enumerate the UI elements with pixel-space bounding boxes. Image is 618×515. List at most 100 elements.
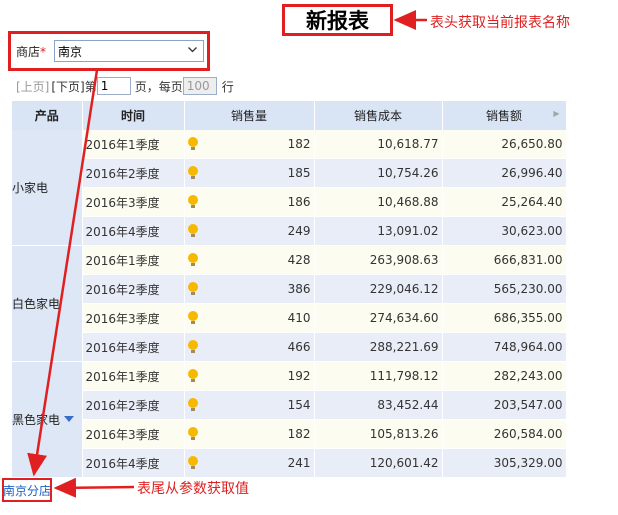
required-mark: * (40, 45, 47, 59)
product-cell[interactable]: 小家电 (12, 130, 83, 246)
store-filter-label: 商店* (16, 43, 46, 60)
amount-cell: 686,355.00 (442, 303, 567, 333)
qty-cell: 185 (184, 158, 315, 188)
footer-arrow (53, 477, 135, 498)
page-number-input[interactable]: 1 (96, 77, 131, 95)
time-cell: 2016年4季度 (82, 216, 185, 246)
product-cell[interactable]: 白色家电 (12, 245, 83, 362)
cost-cell: 274,634.60 (314, 303, 443, 333)
qty-value: 428 (287, 253, 311, 267)
amount-cell: 748,964.00 (442, 332, 567, 362)
table-row: 2016年2季度 386 229,046.12 565,230.00 (12, 274, 567, 304)
qty-value: 182 (287, 137, 311, 151)
rows-per-page-input[interactable]: 100 (182, 77, 217, 95)
next-page-link[interactable]: [下页] (51, 78, 84, 95)
table-row: 小家电 2016年1季度 182 10,618.77 26,650.80 (12, 130, 567, 246)
qty-value: 466 (287, 340, 311, 354)
qty-cell: 241 (184, 448, 315, 478)
amount-cell: 26,996.40 (442, 158, 567, 188)
col-header-amount-label: 销售额 (485, 109, 522, 123)
table-row: 2016年4季度 241 120,601.42 305,329.00 (12, 448, 567, 478)
time-cell: 2016年4季度 (82, 332, 185, 362)
time-cell: 2016年3季度 (82, 187, 185, 217)
time-cell: 2016年1季度 (82, 130, 185, 159)
title-annotation: 表头获取当前报表名称 (430, 15, 570, 31)
qty-cell: 154 (184, 390, 315, 420)
cost-cell: 229,046.12 (314, 274, 443, 304)
time-cell: 2016年2季度 (82, 390, 185, 420)
report-table: 产品 时间 销售量 销售成本 销售额 ▶ 小家电 2016年1季度 182 10,618… (12, 101, 567, 478)
col-header-time: 时间 (82, 101, 185, 130)
product-cell[interactable]: 黑色家电 (12, 361, 83, 478)
table-row: 白色家电 2016年1季度 428 263,908.63 666,831.00 (12, 245, 567, 362)
qty-value: 182 (287, 427, 311, 441)
store-select-value: 南京 (58, 44, 83, 59)
store-filter-label-text: 商店 (16, 45, 41, 59)
qty-value: 249 (287, 224, 311, 238)
col-header-amount[interactable]: 销售额 ▶ (442, 101, 567, 130)
lightbulb-icon (187, 340, 198, 354)
chevron-down-icon (187, 44, 198, 58)
table-header-row: 产品 时间 销售量 销售成本 销售额 ▶ (12, 101, 567, 130)
cost-cell: 111,798.12 (314, 361, 443, 391)
lightbulb-icon (187, 253, 198, 267)
time-cell: 2016年1季度 (82, 361, 185, 391)
table-row: 2016年3季度 410 274,634.60 686,355.00 (12, 303, 567, 333)
amount-cell: 565,230.00 (442, 274, 567, 304)
col-header-cost: 销售成本 (314, 101, 443, 130)
cost-cell: 10,754.26 (314, 158, 443, 188)
col-header-product: 产品 (12, 101, 83, 130)
table-row: 2016年3季度 186 10,468.88 25,264.40 (12, 187, 567, 217)
cost-cell: 263,908.63 (314, 245, 443, 275)
product-label: 白色家电 (12, 297, 61, 311)
lightbulb-icon (187, 456, 198, 470)
amount-cell: 203,547.00 (442, 390, 567, 420)
store-select[interactable]: 南京 (54, 40, 204, 62)
qty-cell: 466 (184, 332, 315, 362)
table-row: 2016年4季度 249 13,091.02 30,623.00 (12, 216, 567, 246)
caret-down-icon[interactable] (64, 415, 74, 422)
lightbulb-icon (187, 427, 198, 441)
time-cell: 2016年4季度 (82, 448, 185, 478)
prev-page-link[interactable]: [上页] (16, 78, 49, 95)
table-row: 2016年4季度 466 288,221.69 748,964.00 (12, 332, 567, 362)
cost-cell: 105,813.26 (314, 419, 443, 449)
page-prefix: 第 (84, 79, 97, 94)
qty-cell: 410 (184, 303, 315, 333)
table-row: 2016年2季度 154 83,452.44 203,547.00 (12, 390, 567, 420)
table-row: 2016年2季度 185 10,754.26 26,996.40 (12, 158, 567, 188)
lightbulb-icon (187, 195, 198, 209)
qty-value: 410 (287, 311, 311, 325)
time-cell: 2016年1季度 (82, 245, 185, 275)
qty-cell: 249 (184, 216, 315, 246)
lightbulb-icon (187, 137, 198, 151)
qty-value: 192 (287, 369, 311, 383)
cost-cell: 83,452.44 (314, 390, 443, 420)
amount-cell: 26,650.80 (442, 130, 567, 159)
page-suffix: 页，每页 (134, 79, 183, 94)
cost-cell: 288,221.69 (314, 332, 443, 362)
footer-annotation: 表尾从参数获取值 (137, 481, 249, 497)
sort-arrow-icon: ▶ (553, 109, 560, 118)
lightbulb-icon (187, 282, 198, 296)
lightbulb-icon (187, 369, 198, 383)
cost-cell: 120,601.42 (314, 448, 443, 478)
amount-cell: 30,623.00 (442, 216, 567, 246)
time-cell: 2016年2季度 (82, 158, 185, 188)
qty-value: 386 (287, 282, 311, 296)
amount-cell: 25,264.40 (442, 187, 567, 217)
qty-cell: 186 (184, 187, 315, 217)
lightbulb-icon (187, 224, 198, 238)
time-cell: 2016年3季度 (82, 303, 185, 333)
qty-cell: 428 (184, 245, 315, 275)
qty-value: 154 (287, 398, 311, 412)
report-title: 新报表 (282, 4, 393, 36)
qty-cell: 182 (184, 419, 315, 449)
product-label: 小家电 (12, 181, 49, 195)
qty-cell: 192 (184, 361, 315, 391)
table-row: 2016年3季度 182 105,813.26 260,584.00 (12, 419, 567, 449)
lightbulb-icon (187, 311, 198, 325)
amount-cell: 260,584.00 (442, 419, 567, 449)
table-row: 黑色家电 2016年1季度 192 111,798.12 282,243.00 (12, 361, 567, 478)
footer-store-value: 南京分店 (2, 478, 52, 502)
